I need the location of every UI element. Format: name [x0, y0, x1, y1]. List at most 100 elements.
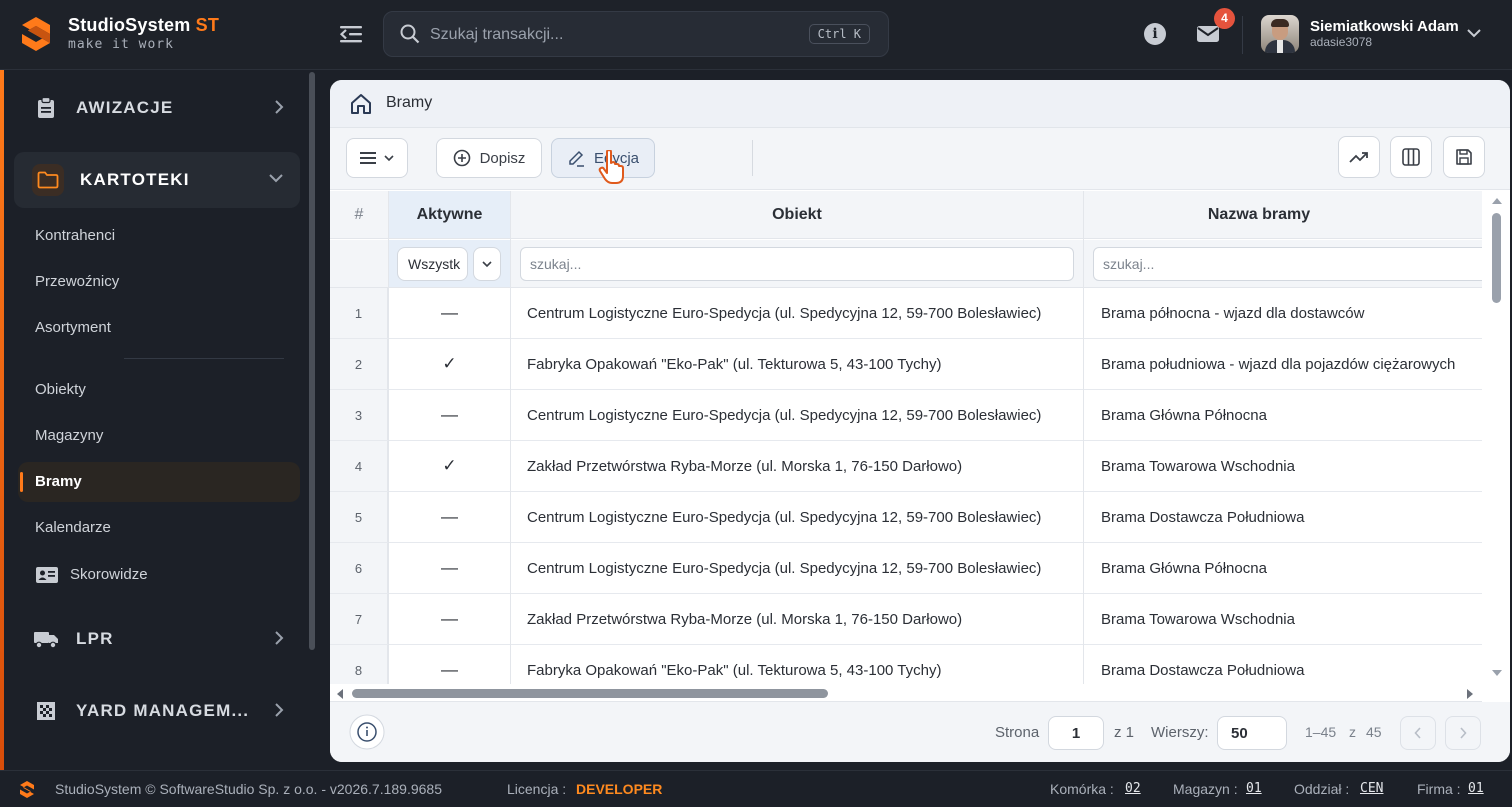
- table-row[interactable]: 3 — Centrum Logistyczne Euro-Spedycja (ul.…: [330, 390, 1482, 441]
- sidebar-item-kalendarze[interactable]: Kalendarze: [18, 508, 300, 548]
- scroll-down-icon[interactable]: [1491, 669, 1503, 677]
- object-cell: Zakład Przetwórstwa Ryba-Morze (ul. Mors…: [527, 457, 963, 475]
- active-status: —: [441, 303, 458, 322]
- sidebar-item-label: Skorowidze: [70, 566, 148, 583]
- company-value[interactable]: 01: [1468, 781, 1484, 796]
- transaction-search[interactable]: Ctrl K: [383, 11, 889, 57]
- row-number: 6: [330, 543, 388, 593]
- user-login: adasie3078: [1310, 35, 1373, 49]
- object-cell: Zakład Przetwórstwa Ryba-Morze (ul. Mors…: [527, 610, 963, 628]
- copyright: StudioSystem © SoftwareStudio Sp. z o.o.…: [55, 781, 442, 797]
- sidebar-item-kontrahenci[interactable]: Kontrahenci: [18, 216, 300, 256]
- license-value: DEVELOPER: [576, 781, 663, 797]
- scroll-up-icon[interactable]: [1491, 197, 1503, 205]
- id-card-icon: [36, 567, 58, 583]
- mail-icon[interactable]: [1196, 24, 1220, 44]
- sidebar-item-skorowidze[interactable]: Skorowidze: [18, 555, 300, 595]
- actions-menu-button[interactable]: [346, 138, 408, 178]
- sidebar-item-asortyment[interactable]: Asortyment: [18, 308, 300, 348]
- brand-suffix: ST: [195, 15, 220, 35]
- table-row[interactable]: 6 — Centrum Logistyczne Euro-Spedycja (ul.…: [330, 543, 1482, 594]
- info-icon[interactable]: i: [1144, 23, 1166, 45]
- active-filter-select[interactable]: Wszystk: [397, 247, 468, 281]
- active-status: ✓: [442, 354, 457, 373]
- column-header-index: #: [330, 191, 388, 239]
- breadcrumb: Bramy: [330, 80, 1510, 128]
- chevron-left-icon: [1414, 727, 1421, 739]
- column-header-active[interactable]: Aktywne: [389, 191, 510, 239]
- plus-circle-icon: [453, 149, 470, 167]
- search-icon: [400, 24, 420, 44]
- gate-filter-input[interactable]: [1093, 247, 1482, 281]
- vertical-scrollbar[interactable]: [1482, 191, 1510, 684]
- branch-label: Oddział :: [1294, 781, 1350, 797]
- search-input[interactable]: [430, 22, 790, 48]
- company-label: Firma :: [1417, 781, 1461, 797]
- user-menu[interactable]: Siemiatkowski Adam adasie3078: [1310, 18, 1459, 49]
- chevron-right-icon: [275, 631, 284, 645]
- columns-button[interactable]: [1390, 136, 1432, 178]
- active-status: —: [441, 507, 458, 526]
- menu-collapse-icon[interactable]: [340, 24, 362, 44]
- table-row[interactable]: 4 ✓ Zakład Przetwórstwa Ryba-Morze (ul. Mo…: [330, 441, 1482, 492]
- sidebar-item-obiekty[interactable]: Obiekty: [18, 370, 300, 410]
- vertical-scroll-thumb[interactable]: [1492, 213, 1501, 303]
- save-button[interactable]: [1443, 136, 1485, 178]
- sidebar-item-magazyny[interactable]: Magazyny: [18, 416, 300, 456]
- table-row[interactable]: 2 ✓ Fabryka Opakowań "Eko-Pak" (ul. Tektur…: [330, 339, 1482, 390]
- warehouse-value[interactable]: 01: [1246, 781, 1262, 796]
- rows-per-page-value: 50: [1231, 724, 1248, 742]
- cell-label: Komórka :: [1050, 781, 1114, 797]
- sidebar-section-yard-management[interactable]: YARD MANAGEM...: [14, 683, 300, 739]
- home-icon[interactable]: [349, 92, 373, 116]
- horizontal-scroll-thumb[interactable]: [352, 689, 828, 698]
- next-page-button[interactable]: [1445, 716, 1481, 750]
- main-panel: Bramy Dopisz Edycja # Aktywne Obiekt Naz…: [330, 80, 1510, 762]
- info-circle-icon[interactable]: [349, 714, 385, 750]
- sidebar: AWIZACJE KARTOTEKI Kontrahenci Przewoźni…: [4, 70, 320, 770]
- sidebar-item-przewoznicy[interactable]: Przewoźnicy: [18, 262, 300, 302]
- object-cell: Centrum Logistyczne Euro-Spedycja (ul. S…: [527, 508, 1042, 526]
- edit-button[interactable]: Edycja: [551, 138, 655, 178]
- rows-per-page-select[interactable]: 50: [1217, 716, 1287, 750]
- studiosystem-logo: [20, 781, 34, 798]
- brand: StudioSystem ST make it work: [68, 15, 219, 52]
- row-number: 5: [330, 492, 388, 542]
- scroll-right-icon[interactable]: [1466, 688, 1474, 700]
- horizontal-scrollbar[interactable]: [330, 684, 1482, 702]
- table-row[interactable]: 8 — Fabryka Opakowań "Eko-Pak" (ul. Tektur…: [330, 645, 1482, 684]
- table-row[interactable]: 7 — Zakład Przetwórstwa Ryba-Morze (ul. Mo…: [330, 594, 1482, 645]
- add-button[interactable]: Dopisz: [436, 138, 542, 178]
- range-total: 45: [1366, 724, 1382, 740]
- chevron-right-icon: [275, 703, 284, 717]
- page-input[interactable]: 1: [1048, 716, 1104, 750]
- active-status: —: [441, 405, 458, 424]
- columns-icon: [1402, 148, 1420, 166]
- avatar[interactable]: [1261, 15, 1299, 53]
- object-filter-input[interactable]: [520, 247, 1074, 281]
- column-header-object[interactable]: Obiekt: [511, 191, 1083, 239]
- scroll-left-icon[interactable]: [336, 688, 344, 700]
- sidebar-section-lpr[interactable]: LPR: [14, 611, 300, 667]
- section-label: YARD MANAGEM...: [76, 701, 250, 720]
- cell-value[interactable]: 02: [1125, 781, 1141, 796]
- page-title: Bramy: [386, 94, 433, 111]
- row-number: 3: [330, 390, 388, 440]
- chevron-right-icon: [1460, 727, 1467, 739]
- active-filter-dropdown[interactable]: [473, 247, 501, 281]
- object-cell: Centrum Logistyczne Euro-Spedycja (ul. S…: [527, 559, 1042, 577]
- header-divider: [1242, 16, 1243, 54]
- branch-value[interactable]: CEN: [1360, 781, 1383, 796]
- chevron-down-icon: [269, 174, 283, 183]
- chart-button[interactable]: [1338, 136, 1380, 178]
- sidebar-item-bramy[interactable]: Bramy: [18, 462, 300, 502]
- sidebar-scrollbar[interactable]: [309, 72, 315, 650]
- prev-page-button[interactable]: [1400, 716, 1436, 750]
- table-row[interactable]: 1 — Centrum Logistyczne Euro-Spedycja (ul.…: [330, 288, 1482, 339]
- section-label: AWIZACJE: [76, 98, 174, 117]
- sidebar-section-kartoteki[interactable]: KARTOTEKI: [14, 152, 300, 208]
- sidebar-section-awizacje[interactable]: AWIZACJE: [14, 80, 300, 136]
- column-header-gate-name[interactable]: Nazwa bramy: [1084, 191, 1482, 239]
- table-row[interactable]: 5 — Centrum Logistyczne Euro-Spedycja (ul.…: [330, 492, 1482, 543]
- chevron-down-icon[interactable]: [1466, 27, 1482, 39]
